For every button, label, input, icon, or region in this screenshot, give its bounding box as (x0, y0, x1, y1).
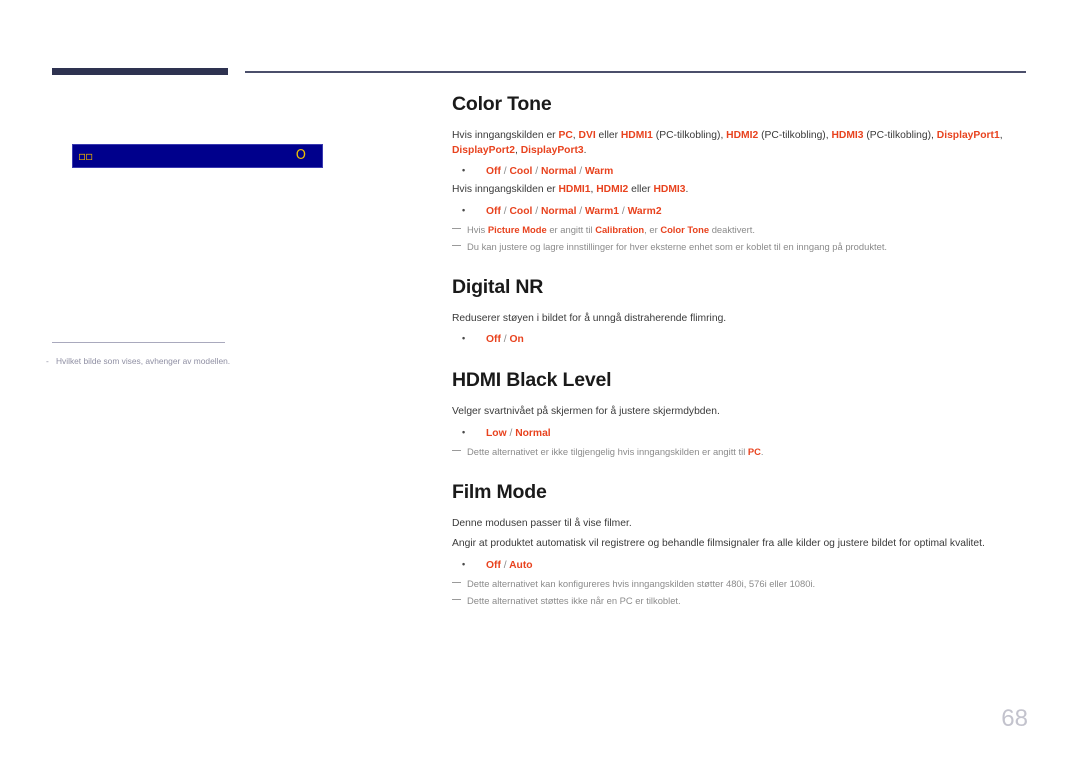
paragraph: Hvis inngangskilden er HDMI1, HDMI2 elle… (452, 184, 689, 195)
section-title-film-mode: Film Mode (452, 480, 547, 503)
note: Dette alternativet kan konfigureres hvis… (452, 577, 1026, 591)
page-number: 68 (1001, 705, 1028, 732)
option-list: Low / Normal (452, 425, 1026, 441)
note: Dette alternativet støttes ikke når en P… (452, 594, 1026, 608)
section-title-digital-nr: Digital NR (452, 275, 544, 298)
option-list: Off / Auto (452, 557, 1026, 573)
paragraph: Reduserer støyen i bildet for å unngå di… (452, 312, 727, 324)
option-list: Off / Cool / Normal / Warm (452, 163, 1026, 179)
option-item: Off / Auto (452, 557, 1026, 573)
note: Hvis Picture Mode er angitt til Calibrat… (452, 223, 1026, 237)
section-color-tone: Color Tone Hvis inngangskilden er PC, DV… (452, 92, 1026, 254)
note: Dette alternativet er ikke tilgjengelig … (452, 445, 1026, 459)
footnote: - Hvilket bilde som vises, avhenger av mo… (46, 355, 366, 368)
section-title-hdmi-black-level: HDMI Black Level (452, 369, 612, 391)
header-rule-thin (245, 71, 1026, 73)
option-item: Off / Cool / Normal / Warm (452, 163, 1026, 179)
section-title-color-tone: Color Tone (452, 93, 552, 115)
content-column: Color Tone Hvis inngangskilden er PC, DV… (452, 92, 1026, 629)
option-list: Off / Cool / Normal / Warm1 / Warm2 (452, 203, 1026, 219)
footnote-divider (52, 342, 225, 343)
osd-left-icon: ▫▫ (78, 149, 93, 163)
paragraph: Angir at produktet automatisk vil regist… (452, 538, 985, 549)
osd-right-glyph: O (295, 148, 306, 163)
option-list: Off / On (452, 331, 1026, 347)
osd-menu-illustration: ▫▫ O (72, 144, 323, 168)
option-item: Off / On (452, 331, 1026, 347)
footnote-text: Hvilket bilde som vises, avhenger av mod… (56, 356, 231, 366)
note: Du kan justere og lagre innstillinger fo… (452, 240, 1026, 254)
paragraph: Hvis inngangskilden er PC, DVI eller HDM… (452, 130, 1003, 156)
paragraph: Velger svartnivået på skjermen for å jus… (452, 406, 720, 417)
document-page: ▫▫ O - Hvilket bilde som vises, avhenger … (0, 0, 1080, 763)
option-item: Low / Normal (452, 425, 1026, 441)
section-film-mode: Film Mode Denne modusen passer til å vis… (452, 480, 1026, 608)
paragraph: Denne modusen passer til å vise filmer. (452, 517, 632, 529)
footnote-dash: - (46, 356, 49, 366)
section-hdmi-black-level: HDMI Black Level Velger svartnivået på s… (452, 368, 1026, 459)
option-item: Off / Cool / Normal / Warm1 / Warm2 (452, 203, 1026, 219)
header-rule-thick (52, 68, 228, 75)
section-digital-nr: Digital NR Reduserer støyen i bildet for… (452, 275, 1026, 348)
